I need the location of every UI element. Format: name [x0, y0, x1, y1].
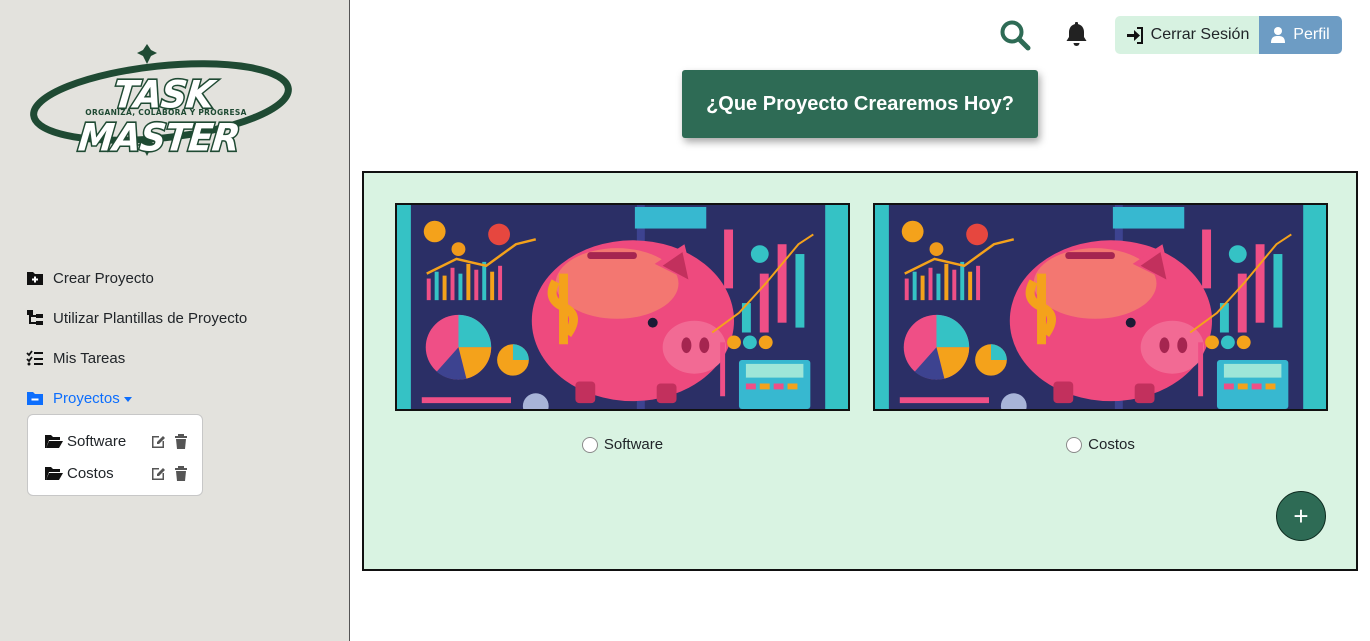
- sidebar-item-crear-proyecto[interactable]: Crear Proyecto: [26, 258, 247, 298]
- sidebar: TASK MASTER ORGANIZA, COLABORA Y PROGRES…: [0, 0, 350, 641]
- folder-open-icon: [45, 435, 63, 448]
- logo-text: TASK MASTER: [75, 72, 243, 161]
- piggy-bank-image: [875, 205, 1326, 409]
- sidebar-item-label: Proyectos: [53, 389, 120, 407]
- task-master-logo[interactable]: TASK MASTER ORGANIZA, COLABORA Y PROGRES…: [22, 42, 300, 162]
- project-list-item[interactable]: Software: [28, 425, 202, 457]
- sidebar-item-plantillas[interactable]: Utilizar Plantillas de Proyecto: [26, 298, 247, 338]
- sidebar-item-label: Crear Proyecto: [53, 269, 154, 287]
- sidebar-item-proyectos[interactable]: Proyectos: [26, 378, 247, 418]
- sidebar-item-label: Utilizar Plantillas de Proyecto: [53, 309, 248, 327]
- search-icon[interactable]: [999, 19, 1031, 51]
- list-check-icon: [26, 350, 43, 366]
- edit-icon[interactable]: [150, 433, 166, 449]
- edit-icon[interactable]: [150, 465, 166, 481]
- folder-plus-icon: [27, 272, 43, 285]
- sidebar-item-label: Mis Tareas: [53, 349, 126, 367]
- projects-dropdown: Software Costos: [27, 414, 203, 496]
- project-image[interactable]: [873, 203, 1328, 411]
- sitemap-icon: [27, 310, 43, 325]
- radio-button[interactable]: [1066, 436, 1083, 453]
- project-radio-label: Software: [603, 436, 664, 453]
- caret-down-icon[interactable]: [123, 396, 132, 402]
- project-image[interactable]: [395, 203, 850, 411]
- project-list-item[interactable]: Costos: [28, 457, 202, 489]
- trash-icon[interactable]: [173, 433, 189, 449]
- project-radio-software[interactable]: Software: [395, 436, 850, 453]
- project-radio-label: Costos: [1088, 436, 1135, 453]
- trash-icon[interactable]: [173, 465, 189, 481]
- radio-button[interactable]: [581, 436, 598, 453]
- sidebar-menu: Crear Proyecto Utilizar Plantillas de Pr…: [26, 258, 247, 418]
- piggy-bank-image: [397, 205, 848, 409]
- project-radio-costos[interactable]: Costos: [873, 436, 1328, 453]
- profile-button[interactable]: Perfil: [1259, 16, 1342, 54]
- page-title: ¿Que Proyecto Crearemos Hoy?: [682, 70, 1038, 138]
- profile-label: Perfil: [1293, 26, 1330, 43]
- add-project-button[interactable]: +: [1276, 491, 1326, 541]
- folder-minus-icon: [27, 392, 43, 405]
- logo-tagline: ORGANIZA, COLABORA Y PROGRESA: [85, 108, 247, 117]
- project-name: Software: [67, 432, 127, 450]
- logout-button[interactable]: Cerrar Sesión: [1115, 16, 1260, 54]
- bell-icon[interactable]: [1065, 22, 1088, 47]
- sign-in-icon: [1126, 26, 1143, 44]
- project-name: Costos: [67, 464, 114, 482]
- projects-panel: Software Costos +: [362, 171, 1358, 571]
- folder-open-icon: [45, 467, 63, 480]
- logout-label: Cerrar Sesión: [1150, 26, 1250, 43]
- sidebar-item-mis-tareas[interactable]: Mis Tareas: [26, 338, 247, 378]
- user-icon: [1271, 27, 1286, 43]
